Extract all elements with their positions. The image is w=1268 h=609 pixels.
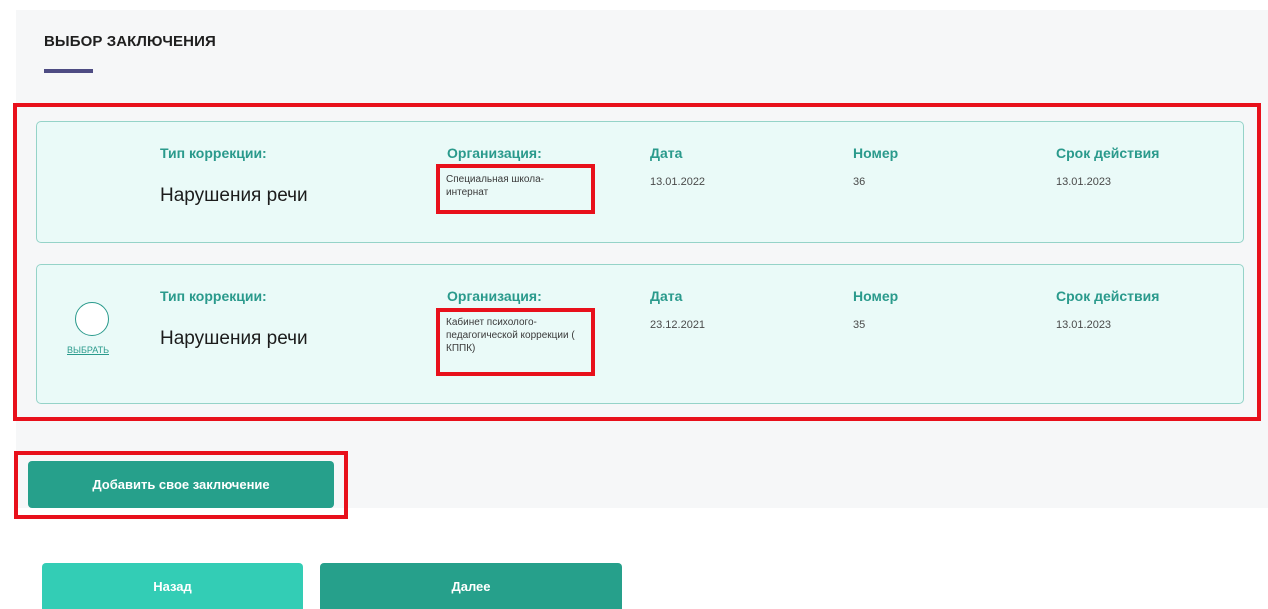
- back-button[interactable]: Назад: [42, 563, 303, 609]
- highlight-frame-organization-2: [436, 308, 595, 376]
- highlight-frame-organization-1: [436, 164, 595, 214]
- section-title: ВЫБОР ЗАКЛЮЧЕНИЯ: [44, 33, 216, 50]
- highlight-frame-add-button: [14, 451, 348, 519]
- highlight-frame-cards: [13, 103, 1261, 421]
- next-button[interactable]: Далее: [320, 563, 622, 609]
- title-underline: [44, 69, 93, 73]
